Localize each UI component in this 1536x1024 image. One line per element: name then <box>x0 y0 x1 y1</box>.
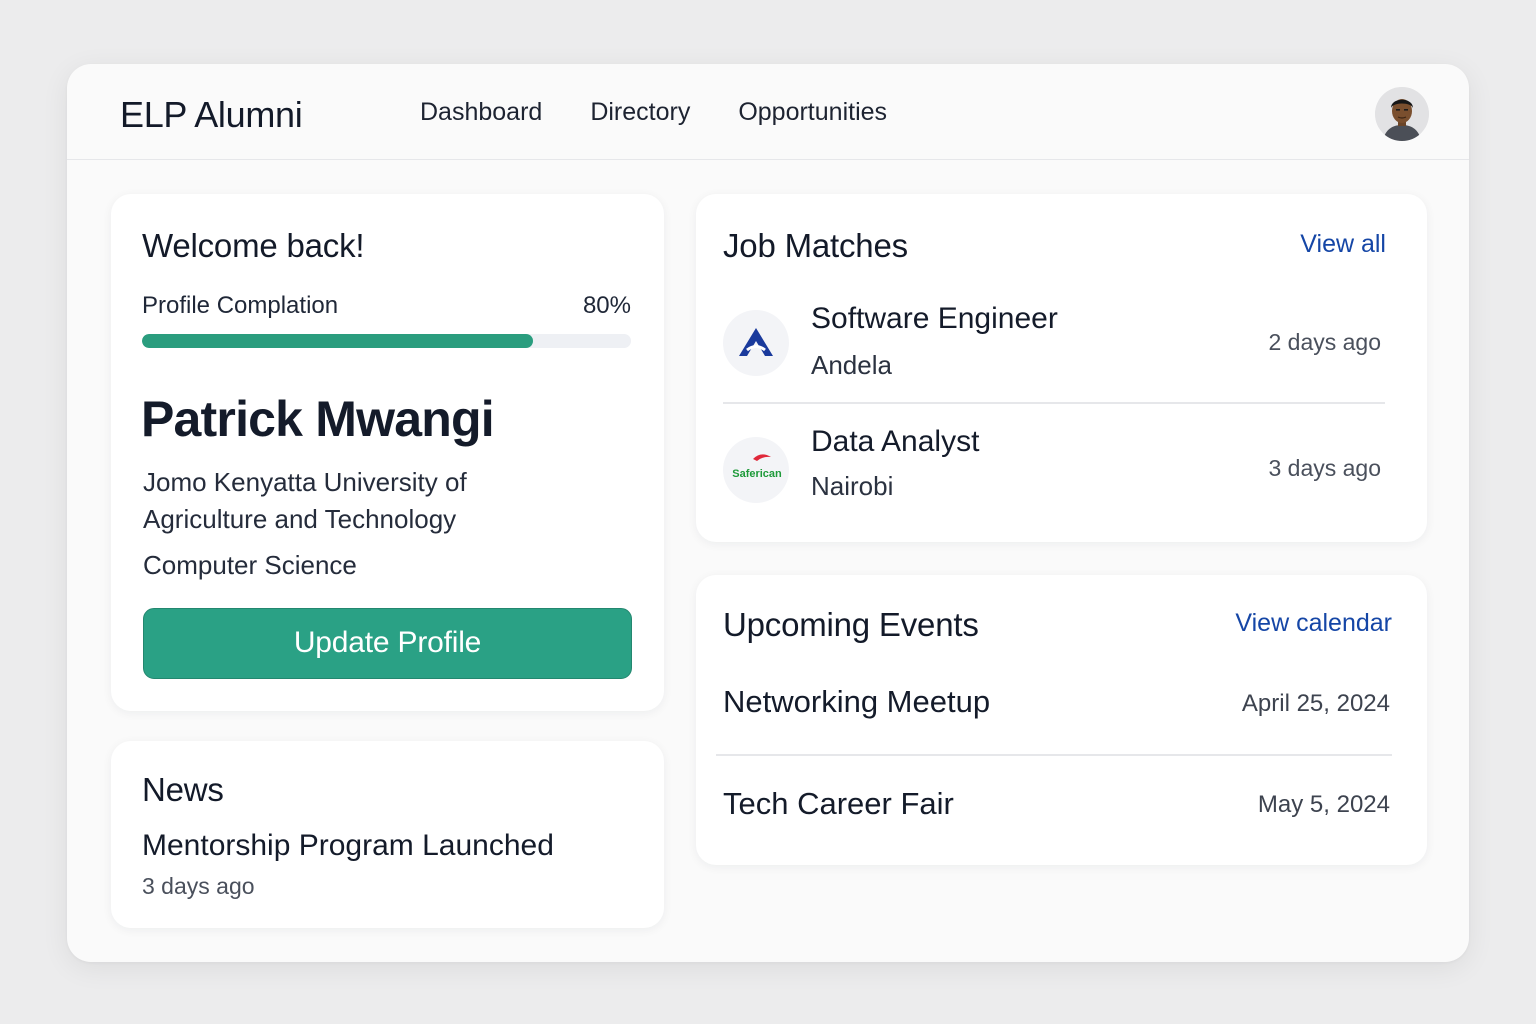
profile-completion-bar <box>142 334 631 348</box>
news-item-time: 3 days ago <box>142 873 255 899</box>
event-date: May 5, 2024 <box>1257 791 1390 818</box>
welcome-card: Welcome back! Profile Complation 80% Pat… <box>111 194 664 711</box>
top-navigation-bar: ELP Alumni Dashboard Directory Opportuni… <box>67 64 1469 160</box>
nav-directory[interactable]: Directory <box>590 98 690 127</box>
saferican-logo-text: Saferican <box>732 468 782 480</box>
job-company: Andela <box>811 350 892 380</box>
andela-logo-icon <box>723 310 789 376</box>
event-date: April 25, 2024 <box>1241 690 1390 717</box>
job-matches-card: Job Matches View all Software Engineer A… <box>696 194 1427 542</box>
news-title: News <box>142 771 224 808</box>
event-name[interactable]: Networking Meetup <box>723 684 990 720</box>
upcoming-events-card: Upcoming Events View calendar Networking… <box>696 575 1427 865</box>
main-nav: Dashboard Directory Opportunities <box>420 98 935 127</box>
user-university: Jomo Kenyatta University of Agriculture … <box>143 467 467 534</box>
job-divider <box>723 402 1385 404</box>
nav-dashboard[interactable]: Dashboard <box>420 98 542 127</box>
profile-completion-fill <box>142 334 534 348</box>
user-major: Computer Science <box>143 550 357 580</box>
job-posted-time: 2 days ago <box>1268 329 1381 355</box>
app-window: ELP Alumni Dashboard Directory Opportuni… <box>67 64 1469 962</box>
welcome-title: Welcome back! <box>142 227 365 264</box>
update-profile-button[interactable]: Update Profile <box>143 608 632 679</box>
event-name[interactable]: Tech Career Fair <box>723 786 954 822</box>
news-card: News Mentorship Program Launched 3 days … <box>111 741 664 928</box>
job-row[interactable]: Software Engineer Andela 2 days ago <box>723 298 1385 398</box>
brand-logo-text[interactable]: ELP Alumni <box>120 94 303 136</box>
saferican-logo-icon: Saferican <box>723 437 789 503</box>
user-avatar[interactable] <box>1375 87 1429 141</box>
event-divider <box>716 754 1392 756</box>
profile-completion-value: 80% <box>582 292 631 319</box>
job-title[interactable]: Software Engineer <box>811 302 1058 336</box>
user-avatar-icon <box>1375 87 1429 141</box>
job-row[interactable]: Saferican Data Analyst Nairobi 3 days ag… <box>723 425 1385 531</box>
job-title[interactable]: Data Analyst <box>811 425 979 459</box>
view-all-jobs-link[interactable]: View all <box>1300 230 1386 259</box>
nav-opportunities[interactable]: Opportunities <box>738 98 887 127</box>
view-calendar-link[interactable]: View calendar <box>1235 609 1392 638</box>
profile-completion-label: Profile Complation <box>142 292 339 319</box>
upcoming-events-title: Upcoming Events <box>723 606 979 643</box>
news-item-title[interactable]: Mentorship Program Launched <box>142 829 554 863</box>
job-company: Nairobi <box>811 471 894 501</box>
job-matches-title: Job Matches <box>723 227 908 264</box>
job-posted-time: 3 days ago <box>1268 455 1381 481</box>
user-name: Patrick Mwangi <box>141 391 495 447</box>
